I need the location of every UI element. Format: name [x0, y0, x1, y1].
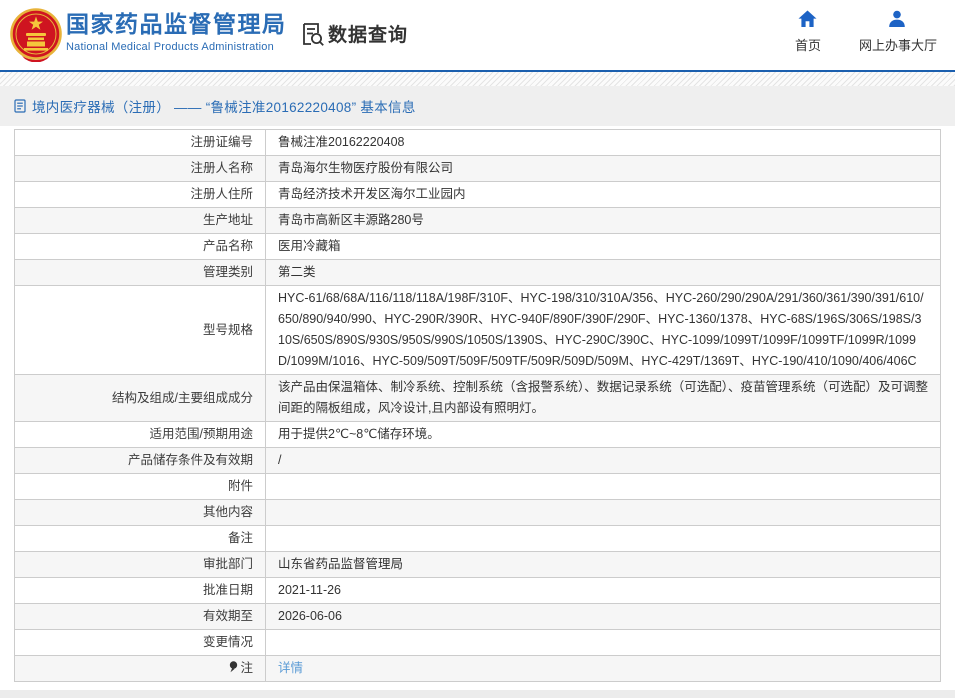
data-query-label: 数据查询	[328, 20, 408, 47]
table-row: 附件	[15, 474, 941, 500]
row-value	[266, 500, 941, 526]
row-label: 型号规格	[15, 286, 266, 375]
nav-home[interactable]: 首页	[795, 10, 821, 54]
row-value: 该产品由保温箱体、制冷系统、控制系统（含报警系统）、数据记录系统（可选配）、疫苗…	[266, 375, 941, 422]
row-value: 青岛经济技术开发区海尔工业园内	[266, 182, 941, 208]
row-label: 变更情况	[15, 630, 266, 656]
table-row: 适用范围/预期用途用于提供2℃~8℃储存环境。	[15, 422, 941, 448]
row-label: 结构及组成/主要组成成分	[15, 375, 266, 422]
table-row: 注册人住所青岛经济技术开发区海尔工业园内	[15, 182, 941, 208]
row-label: 注册证编号	[15, 130, 266, 156]
row-value: /	[266, 448, 941, 474]
table-row: 注册证编号鲁械注准20162220408	[15, 130, 941, 156]
table-row: 批准日期2021-11-26	[15, 578, 941, 604]
top-nav: 首页 网上办事大厅	[795, 10, 937, 54]
home-icon	[798, 10, 817, 28]
table-row: 有效期至2026-06-06	[15, 604, 941, 630]
row-value: HYC-61/68/68A/116/118/118A/198F/310F、HYC…	[266, 286, 941, 375]
row-label: 批准日期	[15, 578, 266, 604]
table-row: 结构及组成/主要组成成分该产品由保温箱体、制冷系统、控制系统（含报警系统）、数据…	[15, 375, 941, 422]
table-row: 管理类别第二类	[15, 260, 941, 286]
table-row: 产品储存条件及有效期/	[15, 448, 941, 474]
row-value: 青岛市高新区丰源路280号	[266, 208, 941, 234]
breadcrumb-text: 境内医疗器械（注册） —— “鲁械注准20162220408” 基本信息	[32, 96, 416, 116]
site-logo-text: 国家药品监督管理局 National Medical Products Admi…	[66, 11, 287, 53]
info-table-body: 注册证编号鲁械注准20162220408注册人名称青岛海尔生物医疗股份有限公司注…	[15, 130, 941, 682]
row-label: 产品名称	[15, 234, 266, 260]
footer-strip	[0, 690, 955, 698]
row-value: 山东省药品监督管理局	[266, 552, 941, 578]
row-value	[266, 526, 941, 552]
row-label: 有效期至	[15, 604, 266, 630]
row-label: 产品储存条件及有效期	[15, 448, 266, 474]
row-value: 青岛海尔生物医疗股份有限公司	[266, 156, 941, 182]
nmpa-emblem-logo	[10, 8, 62, 62]
row-label: 备注	[15, 526, 266, 552]
table-row: 注详情	[15, 656, 941, 682]
table-row: 审批部门山东省药品监督管理局	[15, 552, 941, 578]
row-label: 适用范围/预期用途	[15, 422, 266, 448]
hatch-band	[0, 72, 955, 86]
table-row: 其他内容	[15, 500, 941, 526]
row-value: 2021-11-26	[266, 578, 941, 604]
note-pin-icon	[229, 659, 238, 671]
data-query-icon	[299, 21, 325, 47]
nav-online-hall[interactable]: 网上办事大厅	[859, 10, 937, 54]
nav-online-hall-label: 网上办事大厅	[859, 35, 937, 54]
row-value: 鲁械注准20162220408	[266, 130, 941, 156]
table-row: 备注	[15, 526, 941, 552]
row-value: 第二类	[266, 260, 941, 286]
user-icon	[888, 10, 907, 28]
row-label: 附件	[15, 474, 266, 500]
table-row: 型号规格HYC-61/68/68A/116/118/118A/198F/310F…	[15, 286, 941, 375]
row-label: 注	[15, 656, 266, 682]
row-label: 注册人住所	[15, 182, 266, 208]
details-link[interactable]: 详情	[278, 661, 303, 675]
row-value	[266, 630, 941, 656]
data-query-section: 数据查询	[299, 20, 408, 47]
table-row: 生产地址青岛市高新区丰源路280号	[15, 208, 941, 234]
nav-home-label: 首页	[795, 35, 821, 54]
row-value: 2026-06-06	[266, 604, 941, 630]
table-row: 变更情况	[15, 630, 941, 656]
table-row: 产品名称医用冷藏箱	[15, 234, 941, 260]
row-value	[266, 474, 941, 500]
page: 国家药品监督管理局 National Medical Products Admi…	[0, 0, 955, 682]
breadcrumb: 境内医疗器械（注册） —— “鲁械注准20162220408” 基本信息	[0, 86, 955, 126]
row-label: 其他内容	[15, 500, 266, 526]
site-title: 国家药品监督管理局	[66, 11, 287, 37]
table-row: 注册人名称青岛海尔生物医疗股份有限公司	[15, 156, 941, 182]
header: 国家药品监督管理局 National Medical Products Admi…	[0, 0, 955, 70]
row-label: 审批部门	[15, 552, 266, 578]
row-value: 用于提供2℃~8℃储存环境。	[266, 422, 941, 448]
row-label: 生产地址	[15, 208, 266, 234]
row-value: 医用冷藏箱	[266, 234, 941, 260]
site-subtitle: National Medical Products Administration	[66, 41, 287, 53]
info-table: 注册证编号鲁械注准20162220408注册人名称青岛海尔生物医疗股份有限公司注…	[14, 129, 941, 682]
row-value: 详情	[266, 656, 941, 682]
document-icon	[14, 99, 26, 113]
row-label: 管理类别	[15, 260, 266, 286]
row-label: 注册人名称	[15, 156, 266, 182]
